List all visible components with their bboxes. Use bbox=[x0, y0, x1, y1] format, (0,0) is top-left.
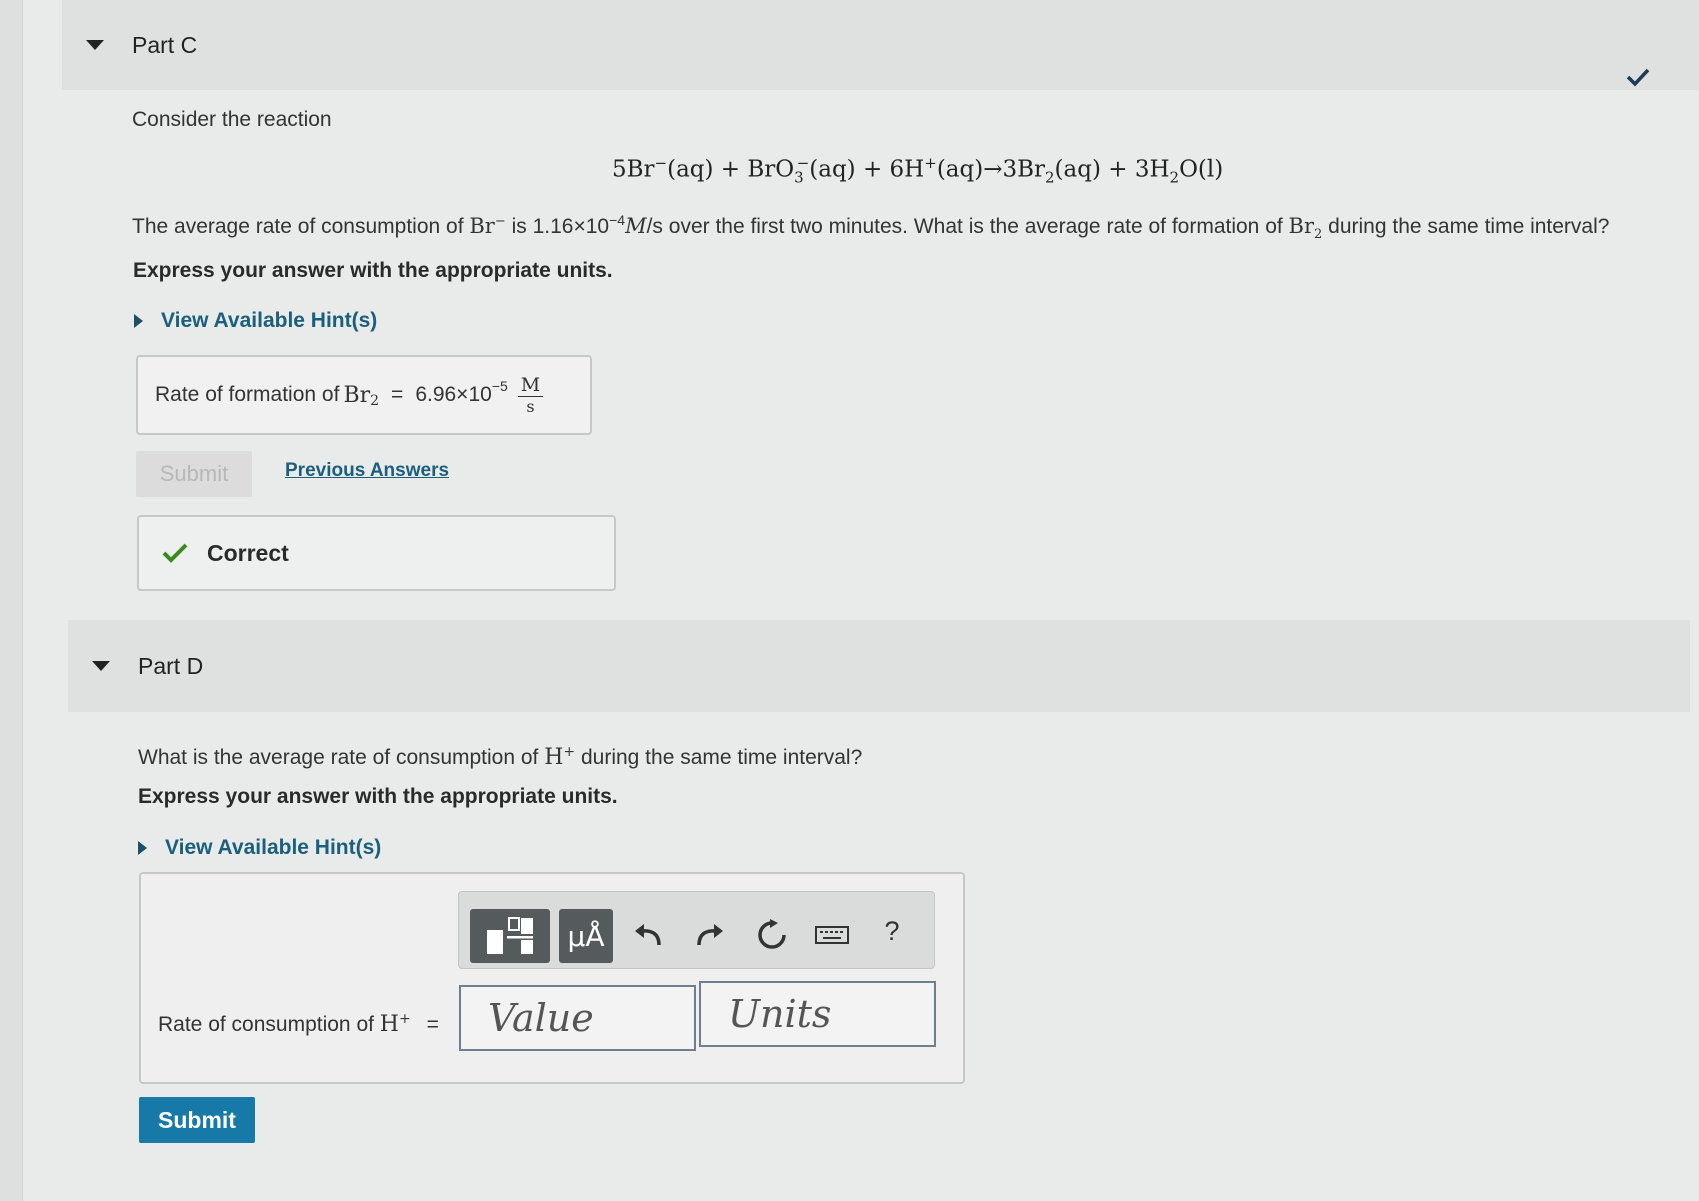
units-placeholder: Units bbox=[728, 992, 832, 1036]
units-button[interactable]: μÅ bbox=[559, 909, 613, 963]
hint-label: View Available Hint(s) bbox=[161, 309, 378, 332]
templates-button[interactable] bbox=[470, 909, 550, 963]
part-c-instruction: Express your answer with the appropriate… bbox=[133, 259, 613, 282]
help-button[interactable]: ? bbox=[869, 906, 915, 956]
page-edge bbox=[0, 0, 23, 1201]
unit-fraction: M s bbox=[517, 374, 544, 416]
units-button-label: μÅ bbox=[567, 919, 605, 953]
check-icon bbox=[162, 543, 188, 563]
units-input[interactable]: Units bbox=[699, 981, 936, 1047]
redo-icon bbox=[697, 924, 723, 946]
part-c-intro: Consider the reaction bbox=[132, 108, 332, 131]
collapse-caret-icon[interactable] bbox=[92, 661, 110, 671]
part-d-hint-toggle[interactable]: View Available Hint(s) bbox=[138, 836, 381, 860]
part-c-hint-toggle[interactable]: View Available Hint(s) bbox=[134, 309, 377, 333]
reaction-equation: 5Br−(aq) + BrO3−(aq) + 6H+(aq)→3Br2(aq) … bbox=[612, 154, 1224, 187]
keyboard-button[interactable] bbox=[809, 910, 855, 960]
completed-check-icon bbox=[1626, 68, 1650, 87]
part-c-answer-display: Rate of formation of Br 2 = 6.96×10 −5 M s bbox=[136, 355, 592, 435]
redo-button[interactable] bbox=[687, 910, 733, 960]
templates-icon bbox=[487, 917, 533, 954]
expand-caret-icon bbox=[134, 314, 143, 328]
part-c-header[interactable]: Part C bbox=[62, 0, 1699, 90]
reset-button[interactable] bbox=[749, 910, 795, 960]
part-c-title: Part C bbox=[132, 31, 198, 58]
collapse-caret-icon[interactable] bbox=[86, 40, 104, 50]
answer-text: Rate of formation of Br 2 = 6.96×10 −5 M s bbox=[155, 374, 544, 416]
part-d-answer-label: Rate of consumption of H+ = bbox=[158, 1011, 439, 1037]
help-icon: ? bbox=[884, 915, 900, 946]
feedback-text: Correct bbox=[207, 539, 289, 566]
value-placeholder: Value bbox=[488, 996, 594, 1040]
part-d-title: Part D bbox=[138, 652, 204, 679]
part-c-submit-button[interactable]: Submit bbox=[136, 451, 252, 497]
reset-icon bbox=[758, 919, 786, 949]
part-c-question: The average rate of consumption of Br− i… bbox=[132, 212, 1610, 243]
correct-feedback: Correct bbox=[137, 515, 616, 591]
previous-answers-link[interactable]: Previous Answers bbox=[285, 460, 449, 482]
keyboard-icon bbox=[815, 926, 849, 944]
equation-toolbar: μÅ ? bbox=[458, 891, 935, 969]
part-d-header[interactable]: Part D bbox=[68, 620, 1690, 712]
undo-icon bbox=[635, 924, 661, 946]
part-d-question: What is the average rate of consumption … bbox=[138, 744, 863, 770]
undo-button[interactable] bbox=[625, 910, 671, 960]
hint-label: View Available Hint(s) bbox=[165, 836, 382, 859]
part-d-submit-button[interactable]: Submit bbox=[139, 1097, 255, 1143]
value-input[interactable]: Value bbox=[459, 985, 696, 1051]
expand-caret-icon bbox=[138, 841, 147, 855]
part-d-instruction: Express your answer with the appropriate… bbox=[138, 785, 618, 808]
